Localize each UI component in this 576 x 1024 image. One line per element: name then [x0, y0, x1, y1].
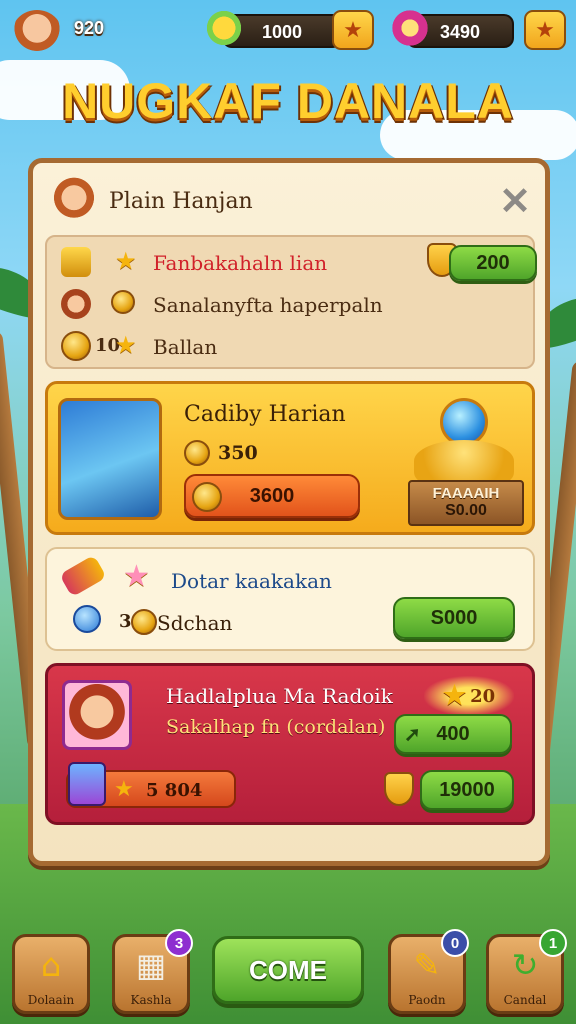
- star-icon: ★: [343, 17, 363, 43]
- chest-icon: [68, 762, 106, 806]
- top-bar: 920 1000 ★ 3490 ★: [8, 8, 568, 56]
- quest-list: ★ Fanbakahaln lian Sanalanyfta haperpaln…: [45, 235, 537, 369]
- special-offer-subtitle: Sakalhap fn (cordalan): [166, 716, 386, 738]
- quest-row[interactable]: Sanalanyfta haperpaln: [57, 285, 527, 323]
- close-button[interactable]: ✕: [497, 183, 533, 221]
- character-avatar: [51, 177, 97, 223]
- coin-pile-icon: [414, 440, 514, 482]
- quest-text: Fanbakahaln lian: [153, 251, 328, 275]
- banner-bottom-text: S0.00: [445, 502, 487, 519]
- home-icon: ⌂: [40, 946, 62, 984]
- rocket-icon: [59, 554, 107, 598]
- coin-icon: [184, 440, 210, 466]
- bonus-subtitle: Sdchan: [157, 611, 233, 635]
- arrow-icon: ➚: [404, 724, 421, 746]
- quest-reward-value: 200: [476, 251, 510, 274]
- add-currency-2-button[interactable]: ★: [524, 10, 566, 50]
- notification-badge: 1: [539, 929, 567, 957]
- banner-top-text: FAAAAIH: [432, 485, 500, 502]
- add-currency-1-button[interactable]: ★: [332, 10, 374, 50]
- special-offer-button-1[interactable]: ➚ 400: [394, 714, 512, 754]
- bonus-count: 3: [119, 611, 132, 632]
- quest-panel: Plain Hanjan ✕ ★ Fanbakahaln lian Sanala…: [28, 158, 550, 866]
- special-offer-pill-value: 5 804: [146, 780, 203, 801]
- star-icon: ★: [115, 247, 137, 275]
- special-offer-badge-value: 20: [470, 685, 496, 707]
- nav-home-button[interactable]: ⌂ Dolaain: [12, 934, 90, 1014]
- panel-title: Plain Hanjan: [109, 189, 253, 214]
- star-icon: ★: [442, 681, 467, 711]
- player-avatar[interactable]: [12, 10, 62, 56]
- player-level: 920: [74, 18, 105, 38]
- come-button[interactable]: COME: [212, 936, 364, 1004]
- character-icon: [61, 289, 91, 319]
- daily-offer-price: 3600: [249, 484, 295, 507]
- gold-bar-icon: [61, 247, 91, 277]
- quest-reward-button[interactable]: 200: [449, 245, 537, 281]
- coin-icon: [192, 482, 222, 512]
- bonus-card[interactable]: ★ 3 Dotar kaakakan Sdchan S000: [45, 547, 535, 651]
- game-title: NUGKAF DANALA: [62, 73, 514, 129]
- notification-badge: 3: [165, 929, 193, 957]
- special-offer-value-2: 19000: [439, 778, 495, 801]
- nav-label: Dolaain: [27, 993, 75, 1007]
- quest-row[interactable]: 10 ★ Ballan: [57, 327, 527, 365]
- special-offer-button-2[interactable]: 19000: [420, 770, 514, 810]
- star-icon: ★: [115, 331, 137, 359]
- special-offer-card[interactable]: Hadlalplua Ma Radoik Sakalhap fn (cordal…: [45, 663, 535, 825]
- coin-icon: [111, 290, 135, 314]
- nav-label: Paodn: [408, 993, 446, 1007]
- bonus-title: Dotar kaakakan: [171, 569, 332, 593]
- coin-icon: [61, 331, 91, 361]
- daily-offer-amount: 350: [218, 442, 258, 464]
- reward-banner: FAAAAIH S0.00: [408, 480, 524, 526]
- nav-tools-button[interactable]: ✎ Paodn 0: [388, 929, 469, 1014]
- quest-text: Ballan: [153, 335, 218, 359]
- special-offer-badge: ★ 20: [424, 676, 514, 716]
- close-icon: ✕: [499, 181, 531, 223]
- notification-badge: 0: [441, 929, 469, 957]
- star-icon: ★: [123, 559, 150, 594]
- panel-header: Plain Hanjan ✕: [45, 173, 535, 233]
- nav-label: Candal: [503, 993, 547, 1007]
- special-offer-title: Hadlalplua Ma Radoik: [166, 684, 393, 708]
- blue-gem-icon: [73, 605, 101, 633]
- bonus-claim-button[interactable]: S000: [393, 597, 515, 639]
- quest-text: Sanalanyfta haperpaln: [153, 293, 383, 317]
- nav-candal-button[interactable]: ↻ Candal 1: [486, 929, 567, 1014]
- character-portrait: [62, 680, 132, 750]
- star-icon: ★: [114, 777, 134, 802]
- daily-offer-card[interactable]: Cadiby Harian 350 3600 FAAAAIH S0.00: [45, 381, 535, 535]
- nav-label: Kashla: [130, 993, 172, 1007]
- daily-offer-title: Cadiby Harian: [184, 402, 346, 427]
- bonus-claim-value: S000: [430, 606, 478, 629]
- treasure-image: [58, 398, 162, 520]
- bottom-navigation: ⌂ Dolaain ▦ Kashla 3 COME ✎ Paodn 0 ↻ Ca…: [0, 924, 576, 1024]
- gem-treasure-icon: [410, 398, 518, 482]
- shield-icon: [384, 772, 414, 806]
- coin-icon: [131, 609, 157, 635]
- gem-cluster-icon: [204, 8, 244, 48]
- gem-icon: [440, 398, 488, 446]
- nav-map-button[interactable]: ▦ Kashla 3: [112, 929, 193, 1014]
- special-offer-value-1: 400: [436, 722, 470, 745]
- star-icon: ★: [535, 17, 555, 43]
- magnet-icon: [390, 8, 430, 48]
- daily-offer-buy-button[interactable]: 3600: [184, 474, 360, 518]
